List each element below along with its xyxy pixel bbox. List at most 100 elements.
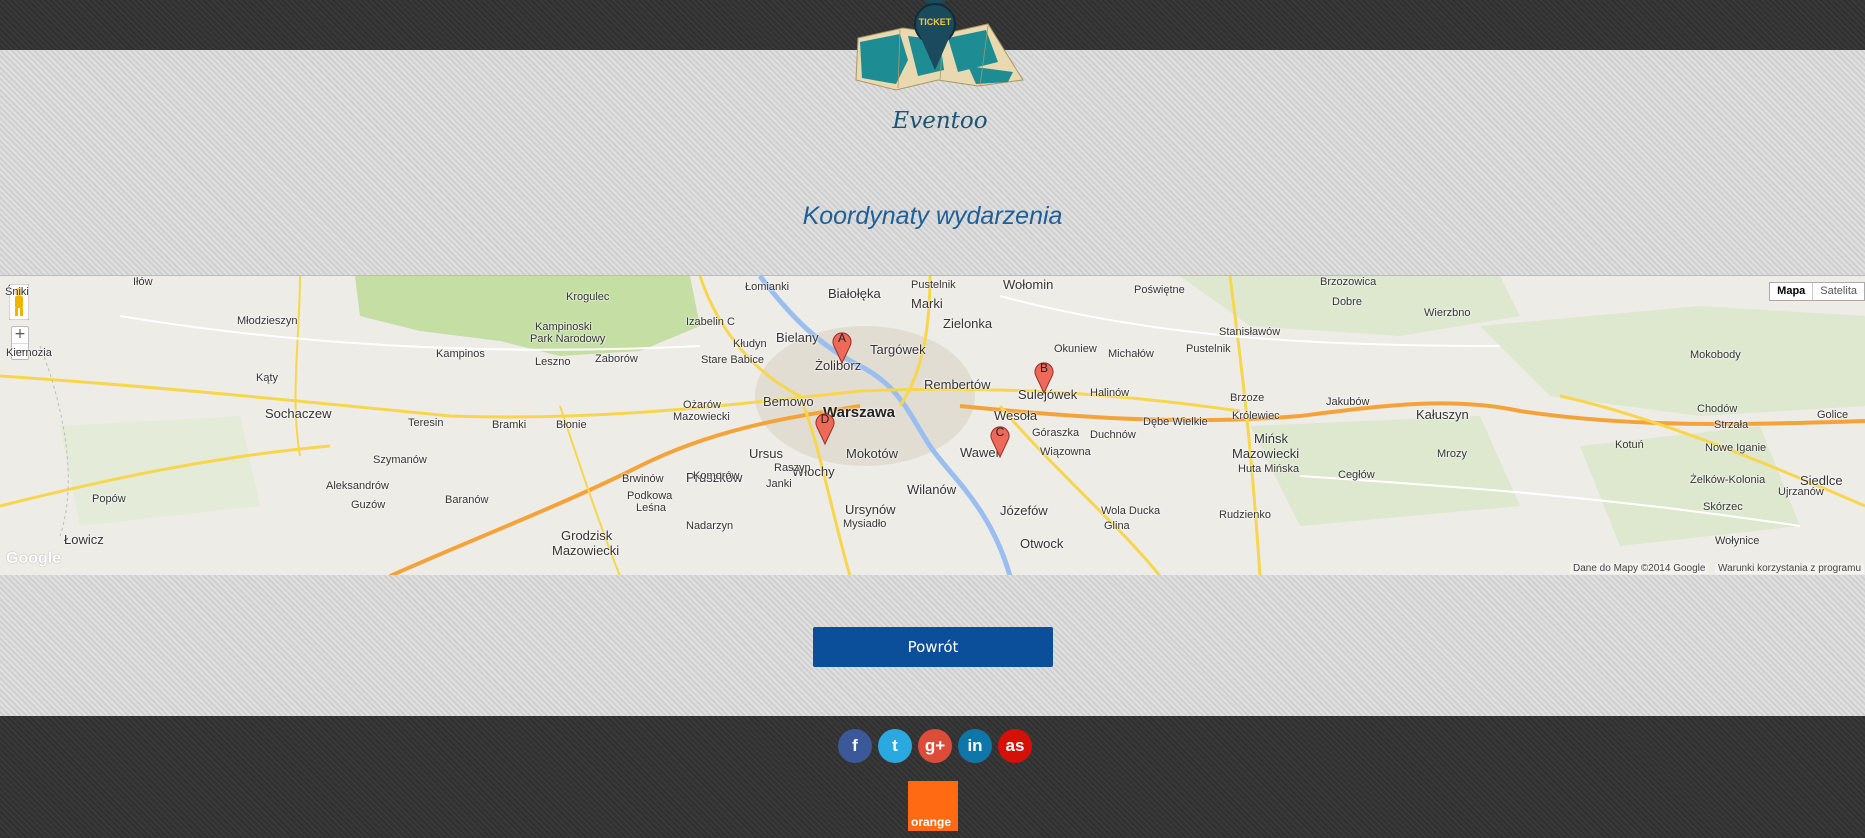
place-label: Białołęka [828, 286, 881, 301]
map-type-satellite-button[interactable]: Satelita [1813, 283, 1864, 300]
place-label: Sochaczew [265, 406, 332, 421]
map-type-control: Mapa Satelita [1769, 282, 1865, 301]
place-label: Rudzienko [1219, 509, 1271, 521]
linkedin-icon[interactable]: in [958, 729, 992, 763]
event-map[interactable]: + − Mapa Satelita Warszawa Mokotów Żolib… [0, 275, 1865, 576]
map-type-map-button[interactable]: Mapa [1770, 283, 1814, 300]
back-button[interactable]: Powrót [813, 627, 1053, 667]
place-label: Nowe Iganie [1705, 442, 1767, 454]
place-label: Wilanów [907, 482, 957, 497]
marker-letter: D [820, 412, 830, 426]
place-label: Cegłów [1338, 469, 1375, 481]
place-label: Kiernozia [6, 347, 52, 359]
place-label: Ursus [749, 446, 783, 461]
place-label: Michałów [1108, 348, 1154, 360]
place-label: Dębe Wielkie [1143, 416, 1208, 428]
place-label: Mińsk [1254, 431, 1288, 446]
place-label: Okuniew [1054, 343, 1097, 355]
place-label: Dobre [1332, 296, 1362, 308]
place-label: Park Narodowy [530, 333, 606, 345]
zoom-in-button[interactable]: + [12, 327, 28, 344]
place-label: Kąty [256, 372, 279, 384]
facebook-icon[interactable]: f [838, 729, 872, 763]
twitter-icon[interactable]: t [878, 729, 912, 763]
orange-sponsor-logo[interactable]: orange [908, 781, 958, 831]
place-label: Rembertów [924, 377, 991, 392]
marker-letter: B [1039, 361, 1048, 375]
actions-section: Powrót [0, 575, 1865, 716]
map-marker-c[interactable]: C [989, 422, 1011, 459]
marker-letter: C [995, 425, 1005, 439]
place-label: Młodzieszyn [237, 315, 298, 327]
facebook-glyph: f [852, 736, 858, 755]
place-label: Huta Mińska [1238, 463, 1300, 475]
place-label: Aleksandrów [326, 480, 389, 492]
place-label: Ujrzanów [1778, 486, 1824, 498]
place-label: Raszyn [774, 462, 811, 474]
map-attribution: Dane do Mapy ©2014 Google [1570, 563, 1709, 574]
place-label: Strzała [1714, 419, 1749, 431]
place-label: Kampinoski [535, 321, 592, 333]
place-label: Podkowa [627, 490, 673, 502]
linkedin-glyph: in [967, 736, 983, 755]
place-label: Duchnów [1090, 429, 1136, 441]
google-plus-icon[interactable]: g+ [918, 729, 952, 763]
place-label: Krogulec [566, 291, 610, 303]
place-label: Łomianki [745, 281, 790, 293]
place-label: Kłudyn [733, 338, 767, 350]
place-label: Pustelnik [911, 279, 956, 291]
google-logo[interactable]: Google [6, 550, 61, 568]
place-label: Stanisławów [1219, 326, 1281, 338]
place-label: Brzoze [1230, 392, 1265, 404]
place-label: Mokotów [846, 446, 899, 461]
place-label: Janki [766, 478, 792, 490]
place-label: Jakubów [1326, 396, 1370, 408]
map-marker-b[interactable]: B [1033, 358, 1055, 395]
place-label: Iłów [133, 276, 153, 288]
place-label: Wołynice [1715, 535, 1760, 547]
place-label: Błonie [556, 419, 587, 431]
place-label: Bramki [492, 419, 527, 431]
place-label: Teresin [408, 417, 444, 429]
map-terms-link[interactable]: Warunki korzystania z programu [1715, 563, 1865, 574]
place-label: Ursynów [845, 502, 896, 517]
place-label: Golice [1817, 409, 1849, 421]
place-label: Śniki [5, 286, 29, 298]
place-label: Bemowo [763, 394, 814, 409]
map-marker-d[interactable]: D [814, 409, 836, 446]
place-label: Poświętne [1134, 284, 1185, 296]
place-label: Mysiadło [843, 518, 887, 530]
place-label: Izabelin C [686, 316, 735, 328]
place-label: Kampinos [436, 348, 485, 360]
place-label: Zaborów [595, 353, 638, 365]
place-label: Leśna [636, 502, 666, 514]
place-label: Komorów [693, 470, 740, 482]
page-title: Koordynaty wydarzenia [802, 202, 1063, 230]
place-label: Popów [92, 493, 126, 505]
place-label: Stare Babice [701, 354, 764, 366]
sponsor-name: orange [911, 815, 952, 829]
place-label: Halinów [1090, 387, 1130, 399]
place-label: Góraszka [1032, 427, 1080, 439]
footer: f t g+ in as orange [0, 716, 1865, 838]
brand-name: Eventoo [892, 108, 988, 134]
place-label: Mazowiecki [552, 543, 620, 558]
map-marker-a[interactable]: A [831, 328, 853, 365]
place-label: Pustelnik [1186, 343, 1231, 355]
place-label: Żelków-Kolonia [1690, 474, 1766, 486]
place-label: Królewiec [1232, 410, 1280, 422]
place-label: Grodzisk [561, 528, 613, 543]
lastfm-glyph: as [1005, 736, 1025, 755]
place-label: Kałuszyn [1416, 407, 1469, 422]
ticket-label: TICKET [918, 17, 952, 27]
place-label: Nadarzyn [686, 520, 734, 532]
google-plus-glyph: g+ [924, 736, 946, 755]
marker-letter: A [837, 331, 846, 345]
place-label: Skórzec [1703, 501, 1743, 513]
lastfm-icon[interactable]: as [998, 729, 1032, 763]
place-label: Łowicz [64, 532, 104, 547]
place-label: Baranów [445, 494, 489, 506]
place-label: Marki [911, 296, 943, 311]
place-label: Mrozy [1437, 448, 1467, 460]
place-label: Wołomin [1003, 277, 1054, 292]
